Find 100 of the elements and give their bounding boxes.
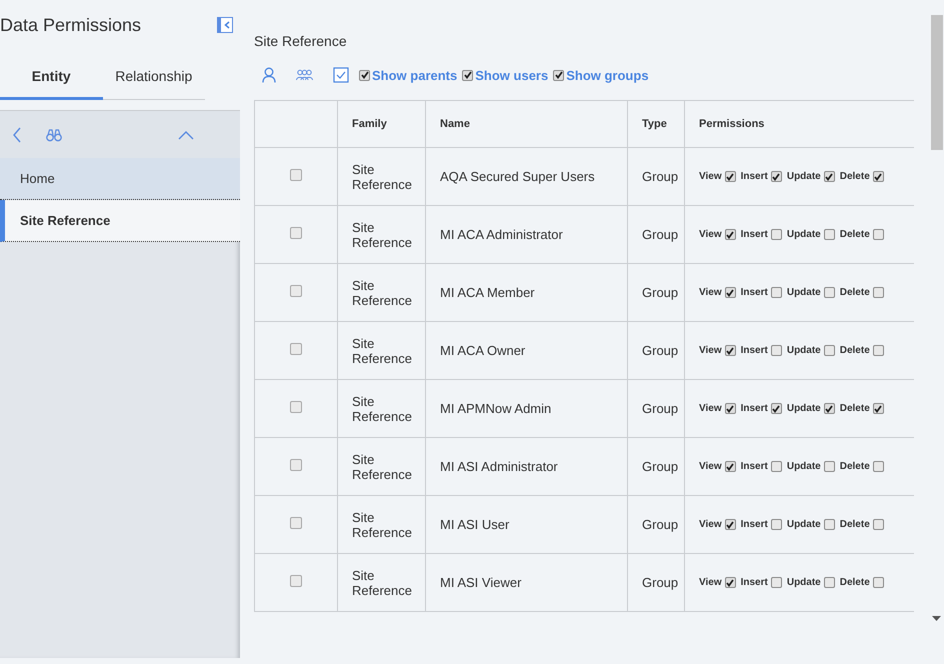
checkbox[interactable] [824,171,835,182]
table-cell: Group [628,496,684,554]
checkbox[interactable] [770,577,782,588]
select-all-icon[interactable] [333,67,349,83]
permission-label: Update [786,403,821,414]
checkbox[interactable] [724,287,736,298]
table-cell: Site Reference [338,380,426,438]
checkbox[interactable] [359,70,370,80]
table-cell: MI ASI User [426,496,628,554]
checkbox[interactable] [824,287,835,298]
permission-label: Insert [740,229,768,240]
table-cell: Site Reference [338,264,426,322]
checkbox[interactable] [290,401,302,413]
checkbox[interactable] [824,577,835,588]
page-title: Site Reference [254,33,348,49]
checkbox[interactable] [872,577,884,588]
checkbox[interactable] [290,169,302,181]
permission-label: Update [786,519,821,530]
checkbox[interactable] [770,229,782,240]
panel-title: Data Permissions [0,14,142,36]
checkbox[interactable] [290,285,302,297]
checkbox[interactable] [824,345,835,356]
checkbox[interactable] [290,227,302,239]
checkbox[interactable] [824,519,835,530]
permission-label: View [699,171,722,182]
table-cell: Group [628,438,684,496]
column-header: Name [426,100,628,148]
table-cell: Group [628,264,684,322]
checkbox[interactable] [872,171,884,182]
scroll-down-icon[interactable] [932,616,941,622]
checkbox[interactable] [872,229,884,240]
table-cell: MI APMNow Admin [426,380,628,438]
table-cell: Site Reference [338,322,426,380]
checkbox[interactable] [770,519,782,530]
checkbox[interactable] [290,459,302,471]
permission-label: Insert [740,519,768,530]
table-cell: Site Reference [338,148,426,206]
permission-label: Update [786,461,821,472]
table-cell: AQA Secured Super Users [426,148,628,206]
checkbox[interactable] [290,517,302,529]
permission-label: Delete [840,403,870,414]
checkbox[interactable] [872,403,884,414]
table-cell: Site Reference [338,496,426,554]
checkbox[interactable] [824,229,835,240]
table-cell: MI ACA Administrator [426,206,628,264]
checkbox[interactable] [872,287,884,298]
checkbox[interactable] [724,461,736,472]
permission-label: Insert [740,461,768,472]
checkbox[interactable] [770,403,782,414]
permission-label: Insert [740,171,768,182]
users-icon[interactable] [296,69,313,81]
checkbox[interactable] [553,70,564,80]
checkbox[interactable] [724,403,736,414]
checkbox[interactable] [462,70,474,80]
checkbox[interactable] [824,461,835,472]
tree-item[interactable]: Site Reference [0,200,240,242]
permission-label: View [699,229,722,240]
checkbox[interactable] [872,461,884,472]
permission-label: Delete [840,229,870,240]
table-cell: Group [628,380,684,438]
permission-label: Update [786,287,821,298]
checkbox[interactable] [872,519,884,530]
permission-label: View [699,287,722,298]
scrollbar-thumb[interactable] [931,15,943,150]
permission-label: View [699,577,722,588]
checkbox[interactable] [770,171,782,182]
tab[interactable]: Relationship [102,54,205,100]
checkbox[interactable] [770,461,782,472]
checkbox[interactable] [290,575,302,587]
column-header: Family [338,100,426,148]
permission-label: View [699,519,722,530]
checkbox[interactable] [724,519,736,530]
user-icon[interactable] [262,67,276,83]
checkbox[interactable] [872,345,884,356]
permission-label: Insert [740,287,768,298]
permission-label: Update [786,577,821,588]
collapse-button[interactable] [217,17,233,33]
checkbox[interactable] [724,229,736,240]
checkbox[interactable] [770,345,782,356]
permission-label: Update [786,345,821,356]
tab[interactable]: Entity [0,54,102,100]
table-cell: MI ASI Viewer [426,554,628,612]
permission-label: Delete [840,461,870,472]
permission-label: Update [786,171,821,182]
tree-item[interactable]: Home [0,158,240,200]
checkbox[interactable] [770,287,782,298]
permission-label: View [699,403,722,414]
checkbox[interactable] [824,403,835,414]
table-cell: Group [628,148,684,206]
checkbox[interactable] [724,345,736,356]
checkbox[interactable] [724,171,736,182]
table-cell: Site Reference [338,438,426,496]
checkbox[interactable] [724,577,736,588]
table-cell: MI ASI Administrator [426,438,628,496]
permission-label: Insert [740,577,768,588]
table-cell: Site Reference [338,554,426,612]
permission-label: View [699,345,722,356]
permission-label: Insert [740,345,768,356]
checkbox[interactable] [290,343,302,355]
column-header: Permissions [684,100,914,148]
